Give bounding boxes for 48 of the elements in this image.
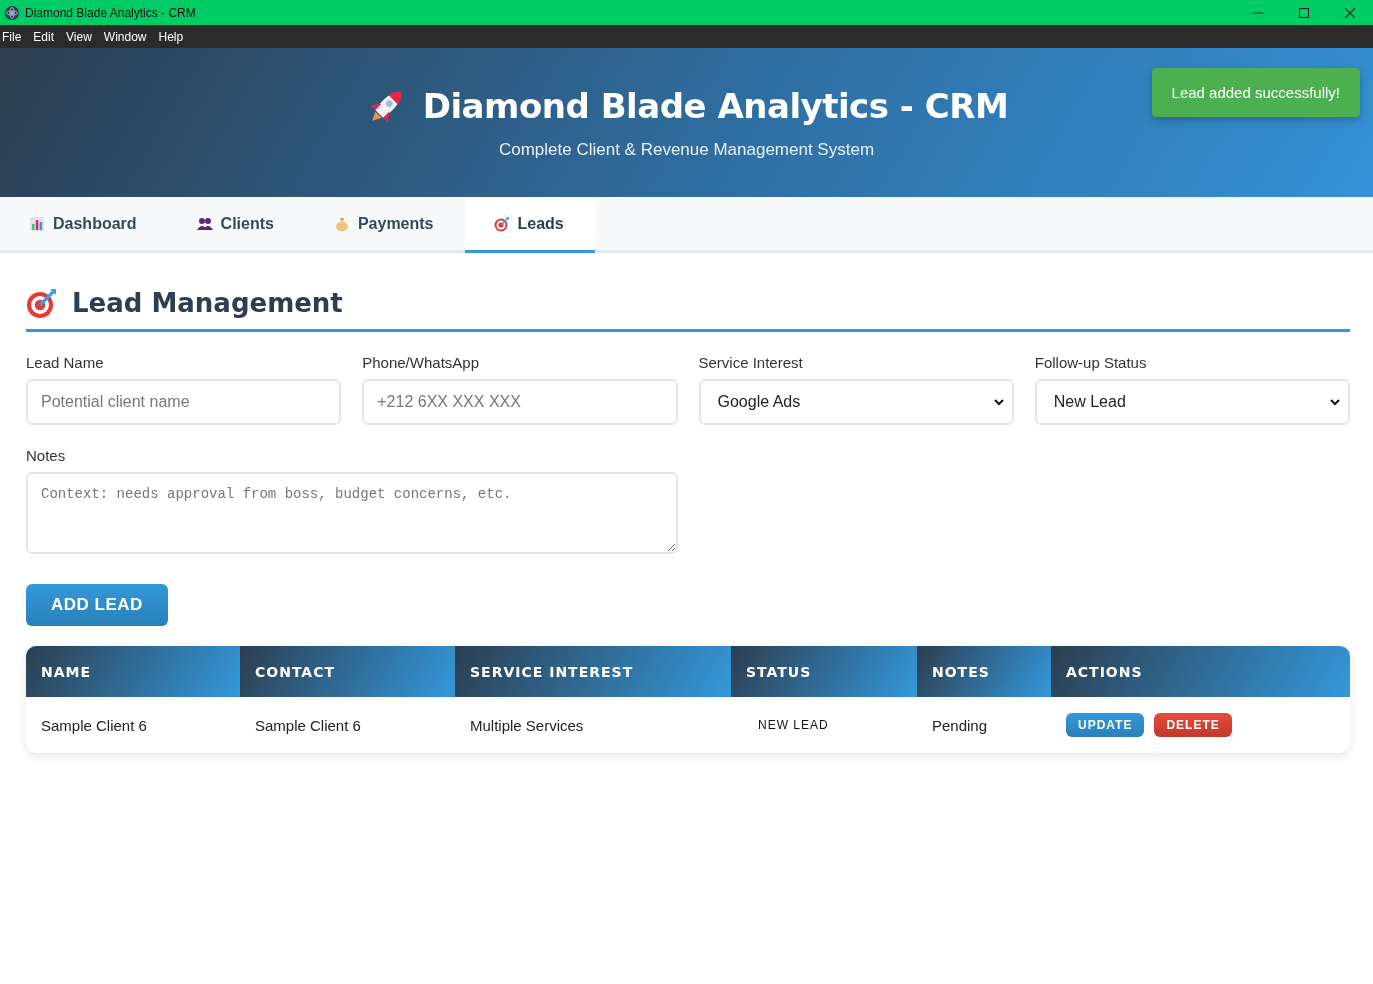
notes-field[interactable]: Context: needs approval from boss, budget concerns, etc. [26, 472, 678, 554]
status-label: NEW LEAD [757, 718, 829, 732]
section-title: Lead Management [72, 288, 343, 318]
input-field[interactable]: Potential client name [26, 379, 342, 425]
tab[interactable]: Payments [304, 197, 465, 253]
menu-item[interactable]: Edit [33, 29, 61, 44]
close-icon [1345, 7, 1355, 18]
window-title: Diamond Blade Analytics - CRM [25, 5, 196, 20]
field-label: Lead Name [26, 354, 105, 371]
dropdown[interactable]: Google Ads [698, 379, 1014, 425]
dropdown[interactable]: New Lead [1034, 379, 1350, 425]
add-lead-button[interactable]: ADD LEAD [26, 584, 168, 626]
field-label: Service Interest [698, 354, 804, 371]
table-cell-text: Sample Client 6 [254, 715, 362, 736]
tab[interactable]: Clients [167, 197, 305, 253]
table-cell-text: Pending [931, 715, 989, 736]
success-toast: Lead added successfully! [1151, 68, 1360, 117]
delete-button[interactable]: DELETE [1154, 713, 1232, 737]
column-header: STATUS [731, 646, 917, 697]
table-cell-text: Multiple Services [469, 715, 585, 736]
column-header: NAME [26, 646, 240, 697]
app-subtitle: Complete Client & Revenue Management System [498, 139, 875, 160]
target-icon [493, 215, 510, 232]
app-logo-icon [5, 5, 19, 20]
chevron-down-icon [1330, 398, 1340, 406]
menu-item[interactable]: Help [158, 29, 190, 44]
maximize-icon [1299, 7, 1309, 18]
chevron-down-icon [993, 398, 1004, 406]
field-label: Phone/WhatsApp [362, 354, 480, 371]
app-title: Diamond Blade Analytics - CRM [422, 85, 1009, 126]
column-header: NOTES [917, 646, 1051, 697]
table-cell-text: Sample Client 6 [40, 715, 148, 736]
money-bag-icon [333, 215, 350, 232]
input-field[interactable]: +212 6XX XXX XXX [362, 379, 678, 425]
menu-item[interactable]: File [2, 29, 28, 44]
menu-item[interactable]: View [66, 29, 98, 44]
people-icon [196, 215, 213, 232]
field-label: Follow-up Status [1034, 354, 1148, 371]
column-header: ACTIONS [1051, 646, 1350, 697]
update-button[interactable]: UPDATE [1066, 713, 1145, 737]
field-label: Notes [26, 447, 67, 464]
target-icon [26, 287, 58, 319]
column-header: SERVICE INTEREST [455, 646, 731, 697]
menu-item[interactable]: Window [103, 29, 153, 44]
bar-chart-icon [29, 215, 45, 232]
tab[interactable]: Leads [464, 197, 595, 253]
column-header: CONTACT [240, 646, 455, 697]
tab[interactable]: Dashboard [0, 197, 168, 253]
